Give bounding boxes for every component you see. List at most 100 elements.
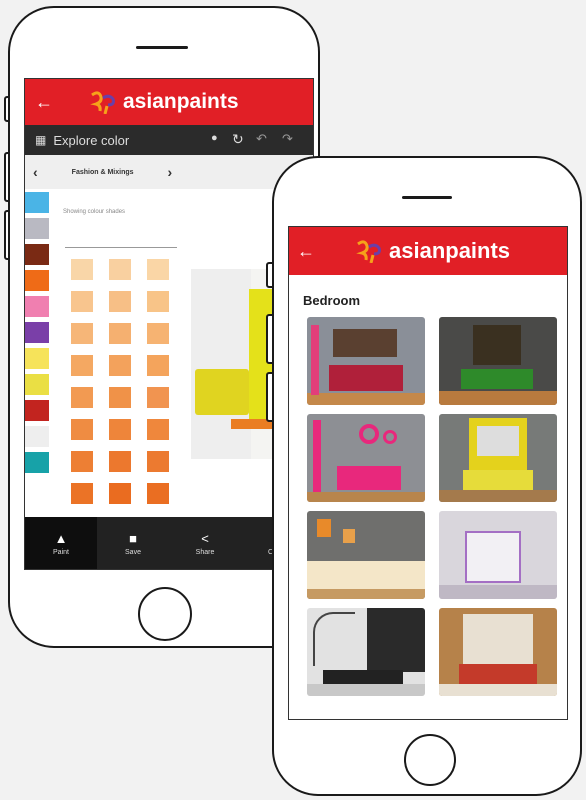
shade-chip[interactable] bbox=[109, 259, 131, 280]
family-swatch[interactable] bbox=[25, 374, 49, 395]
shade-chip[interactable] bbox=[147, 291, 169, 312]
tile-panel bbox=[333, 329, 397, 357]
tile-floor bbox=[307, 393, 425, 405]
tile-window bbox=[463, 614, 533, 664]
shade-chip[interactable] bbox=[147, 451, 169, 472]
family-swatch[interactable] bbox=[25, 296, 49, 317]
shade-chip[interactable] bbox=[109, 387, 131, 408]
tile-circle bbox=[359, 424, 379, 444]
save-icon: ■ bbox=[129, 530, 137, 546]
tile-floor bbox=[439, 684, 557, 696]
tile-floor bbox=[439, 490, 557, 502]
family-swatch[interactable] bbox=[25, 244, 49, 265]
room-tile-wood-panel[interactable] bbox=[439, 608, 557, 696]
tile-bed bbox=[323, 670, 403, 684]
shade-chip[interactable] bbox=[71, 291, 93, 312]
shade-chip[interactable] bbox=[109, 483, 131, 504]
left-phone-home-button bbox=[138, 587, 192, 641]
tile-shelf bbox=[477, 426, 519, 456]
refresh-icon[interactable]: ↻ bbox=[232, 131, 244, 148]
share-icon: < bbox=[201, 530, 209, 546]
shade-chip[interactable] bbox=[147, 419, 169, 440]
explore-toolbar: ▦ Explore color ● ↻ ↶ ↷ bbox=[25, 125, 313, 155]
tile-frame bbox=[343, 529, 355, 543]
tile-bed bbox=[337, 466, 401, 490]
preview-white-wall bbox=[191, 269, 251, 459]
room-tile-green-bed[interactable] bbox=[439, 317, 557, 405]
app-header: ← asianpaints bbox=[25, 79, 313, 125]
explore-grid-icon: ▦ bbox=[35, 133, 47, 147]
tile-tree bbox=[313, 612, 355, 666]
app-header-right: ← asianpaints bbox=[289, 227, 567, 275]
section-title: Bedroom bbox=[303, 293, 361, 308]
tile-pink-strip bbox=[311, 325, 319, 395]
family-swatch[interactable] bbox=[25, 322, 49, 343]
toolbar-title: Explore color bbox=[53, 132, 130, 148]
paint-bucket-icon: ▲ bbox=[54, 530, 68, 546]
redo-icon[interactable]: ↷ bbox=[282, 131, 293, 147]
family-swatch[interactable] bbox=[25, 218, 49, 239]
tile-pink-strip bbox=[313, 420, 321, 494]
room-tile-tree-mural[interactable] bbox=[307, 608, 425, 696]
shade-chip[interactable] bbox=[71, 451, 93, 472]
family-swatch[interactable] bbox=[25, 452, 49, 473]
save-label: Save bbox=[125, 548, 141, 556]
left-phone-speaker bbox=[136, 46, 188, 49]
right-phone-home-button bbox=[404, 734, 456, 786]
room-tile-red-bed[interactable] bbox=[307, 317, 425, 405]
bottom-action-bar: ▲ Paint ■ Save < Share ✕ Close bbox=[25, 517, 313, 569]
family-swatch[interactable] bbox=[25, 192, 49, 213]
paint-label: Paint bbox=[53, 548, 69, 556]
chevron-right-icon[interactable]: › bbox=[168, 164, 173, 180]
shade-chip[interactable] bbox=[71, 355, 93, 376]
tile-bed bbox=[459, 664, 537, 684]
undo-icon[interactable]: ↶ bbox=[256, 131, 267, 147]
shade-panel-divider bbox=[65, 247, 177, 248]
tile-floor bbox=[307, 589, 425, 599]
room-tile-yellow-wall[interactable] bbox=[439, 414, 557, 502]
tile-bed bbox=[463, 470, 533, 490]
back-arrow-icon[interactable]: ← bbox=[297, 241, 321, 262]
family-swatch[interactable] bbox=[25, 270, 49, 291]
shade-chip[interactable] bbox=[147, 355, 169, 376]
shade-panel-caption: Showing colour shades bbox=[63, 209, 126, 215]
shade-chip[interactable] bbox=[147, 483, 169, 504]
category-tab-label[interactable]: Fashion & Mixings bbox=[72, 169, 134, 176]
preview-yellow-sofa bbox=[195, 369, 249, 415]
family-swatch[interactable] bbox=[25, 348, 49, 369]
back-arrow-icon[interactable]: ← bbox=[35, 92, 59, 113]
shade-chip[interactable] bbox=[109, 323, 131, 344]
tile-floor bbox=[439, 391, 557, 405]
shade-chip[interactable] bbox=[71, 483, 93, 504]
tile-circle bbox=[383, 430, 397, 444]
save-action[interactable]: ■ Save bbox=[97, 517, 169, 569]
family-swatch[interactable] bbox=[25, 426, 49, 447]
shade-chip[interactable] bbox=[109, 419, 131, 440]
paint-action[interactable]: ▲ Paint bbox=[25, 517, 97, 569]
shade-chip[interactable] bbox=[147, 387, 169, 408]
room-tile-purple-bunk[interactable] bbox=[439, 511, 557, 599]
shade-chip[interactable] bbox=[71, 419, 93, 440]
tile-floor bbox=[307, 492, 425, 502]
shade-chip[interactable] bbox=[71, 323, 93, 344]
shade-chip[interactable] bbox=[71, 259, 93, 280]
shade-chip[interactable] bbox=[109, 291, 131, 312]
shade-chip[interactable] bbox=[71, 387, 93, 408]
tile-bunk bbox=[465, 531, 521, 583]
tile-frame bbox=[317, 519, 331, 537]
tile-bed bbox=[329, 365, 403, 391]
room-gallery bbox=[307, 317, 557, 696]
room-tile-pink-circles[interactable] bbox=[307, 414, 425, 502]
share-action[interactable]: < Share bbox=[169, 517, 241, 569]
brand-name: asianpaints bbox=[123, 90, 239, 113]
room-tile-orange-frames[interactable] bbox=[307, 511, 425, 599]
shade-chip[interactable] bbox=[109, 451, 131, 472]
tile-bed bbox=[307, 561, 425, 589]
shade-chip[interactable] bbox=[147, 323, 169, 344]
shade-chip[interactable] bbox=[147, 259, 169, 280]
family-swatch[interactable] bbox=[25, 400, 49, 421]
palette-icon[interactable]: ● bbox=[211, 132, 218, 144]
tile-panel bbox=[473, 325, 521, 365]
shade-chip[interactable] bbox=[109, 355, 131, 376]
chevron-left-icon[interactable]: ‹ bbox=[33, 164, 38, 180]
